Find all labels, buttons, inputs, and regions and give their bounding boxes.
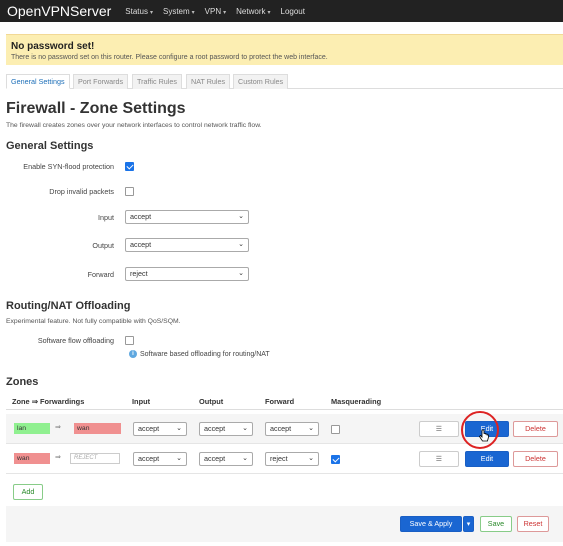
alert-title: No password set!	[11, 41, 95, 52]
info-icon: i	[129, 350, 137, 358]
chevron-down-icon: ▾	[223, 9, 227, 16]
th-forward: Forward	[265, 397, 295, 406]
offloading-help: i Software based offloading for routing/…	[129, 350, 270, 358]
input-policy-value: accept	[130, 212, 152, 221]
drag-handle-icon[interactable]: ☰	[419, 451, 459, 467]
hand-cursor-icon	[478, 429, 489, 442]
page-title: Firewall - Zone Settings	[6, 100, 186, 117]
chevron-down-icon: ▾	[191, 9, 195, 16]
forward-policy-select[interactable]: reject ⌄	[125, 267, 249, 281]
forward-label: Forward	[87, 270, 114, 279]
general-settings-heading: General Settings	[6, 140, 94, 152]
add-zone-button[interactable]: Add	[13, 484, 43, 500]
row-forward-select[interactable]: accept ⌄	[265, 422, 319, 436]
row-input-value: accept	[138, 454, 160, 463]
footer-actions: Save & Apply ▾ Save Reset	[6, 506, 563, 542]
reset-button[interactable]: Reset	[517, 516, 549, 532]
forward-arrow-icon: ⇒	[55, 424, 61, 431]
tab-general-settings[interactable]: General Settings	[6, 74, 70, 89]
nav-system-label: System	[162, 6, 190, 16]
input-policy-select[interactable]: accept ⌄	[125, 210, 249, 224]
row-output-value: accept	[204, 424, 226, 433]
offloading-help-text: Software based offloading for routing/NA…	[140, 350, 270, 358]
forward-arrow-icon: ⇒	[55, 454, 61, 461]
row-input-select[interactable]: accept ⌄	[133, 452, 187, 466]
syn-flood-checkbox[interactable]	[125, 162, 134, 171]
row-output-select[interactable]: accept ⌄	[199, 452, 253, 466]
row-forward-value: reject	[270, 454, 288, 463]
chevron-down-icon: ▾	[466, 519, 471, 528]
chevron-down-icon: ▾	[267, 9, 271, 16]
zone-wan-badge: wan	[74, 423, 121, 434]
tab-traffic-rules[interactable]: Traffic Rules	[132, 74, 182, 89]
offloading-description: Experimental feature. Not fully compatib…	[6, 318, 181, 325]
reject-target: REJECT	[70, 453, 120, 464]
th-output: Output	[199, 397, 224, 406]
nav-system[interactable]: System ▾	[163, 7, 195, 16]
chevron-down-icon: ⌄	[308, 455, 314, 462]
th-input: Input	[132, 397, 151, 406]
output-label: Output	[92, 241, 114, 250]
nav-network[interactable]: Network ▾	[236, 7, 270, 16]
row-output-value: accept	[204, 454, 226, 463]
tab-nat-rules[interactable]: NAT Rules	[186, 74, 231, 89]
alert-text: There is no password set on this router.…	[11, 54, 328, 61]
zone-lan-badge: lan	[14, 423, 50, 434]
masquerading-checkbox[interactable]	[331, 455, 340, 464]
row-forward-value: accept	[270, 424, 292, 433]
nav-status-label: Status	[125, 6, 148, 16]
zones-table-header: Zone ⇒ Forwardings Input Output Forward …	[6, 394, 563, 410]
chevron-down-icon: ⌄	[242, 425, 248, 432]
row-forward-select[interactable]: reject ⌄	[265, 452, 319, 466]
row-output-select[interactable]: accept ⌄	[199, 422, 253, 436]
forward-policy-value: reject	[130, 269, 148, 278]
nav-network-label: Network	[236, 6, 266, 16]
zones-heading: Zones	[6, 376, 39, 388]
offloading-heading: Routing/NAT Offloading	[6, 300, 131, 312]
tab-port-forwards[interactable]: Port Forwards	[73, 74, 129, 89]
password-warning: No password set! There is no password se…	[6, 34, 563, 65]
chevron-down-icon: ⌄	[238, 213, 244, 220]
brand-logo[interactable]: OpenVPNServer	[0, 3, 111, 19]
chevron-down-icon: ⌄	[238, 270, 244, 277]
save-apply-dropdown[interactable]: ▾	[463, 516, 474, 532]
save-button[interactable]: Save	[480, 516, 512, 532]
delete-button[interactable]: Delete	[513, 451, 558, 467]
flow-offloading-label: Software flow offloading	[37, 336, 114, 345]
drop-invalid-checkbox[interactable]	[125, 187, 134, 196]
chevron-down-icon: ⌄	[176, 425, 182, 432]
nav-logout[interactable]: Logout	[281, 7, 305, 16]
output-policy-value: accept	[130, 240, 152, 249]
flow-offloading-checkbox[interactable]	[125, 336, 134, 345]
tab-bar: General Settings Port Forwards Traffic R…	[6, 74, 563, 89]
delete-button[interactable]: Delete	[513, 421, 558, 437]
row-input-value: accept	[138, 424, 160, 433]
th-zone: Zone ⇒ Forwardings	[12, 397, 85, 406]
nav-vpn[interactable]: VPN ▾	[205, 7, 226, 16]
chevron-down-icon: ⌄	[238, 241, 244, 248]
input-label: Input	[98, 213, 114, 222]
chevron-down-icon: ⌄	[176, 455, 182, 462]
tab-custom-rules[interactable]: Custom Rules	[233, 74, 289, 89]
top-nav-bar: OpenVPNServer Status ▾ System ▾ VPN ▾ Netwo…	[0, 0, 563, 22]
drag-handle-icon[interactable]: ☰	[419, 421, 459, 437]
masquerading-checkbox[interactable]	[331, 425, 340, 434]
zone-wan-badge: wan	[14, 453, 50, 464]
chevron-down-icon: ▾	[149, 9, 153, 16]
nav-vpn-label: VPN	[204, 6, 222, 16]
save-apply-button[interactable]: Save & Apply	[400, 516, 462, 532]
syn-flood-label: Enable SYN-flood protection	[23, 162, 114, 171]
chevron-down-icon: ⌄	[308, 425, 314, 432]
drop-invalid-label: Drop invalid packets	[49, 187, 114, 196]
output-policy-select[interactable]: accept ⌄	[125, 238, 249, 252]
chevron-down-icon: ⌄	[242, 455, 248, 462]
nav-status[interactable]: Status ▾	[125, 7, 153, 16]
page-description: The firewall creates zones over your net…	[6, 122, 262, 129]
row-input-select[interactable]: accept ⌄	[133, 422, 187, 436]
th-masquerading: Masquerading	[331, 397, 382, 406]
edit-button[interactable]: Edit	[465, 451, 509, 467]
